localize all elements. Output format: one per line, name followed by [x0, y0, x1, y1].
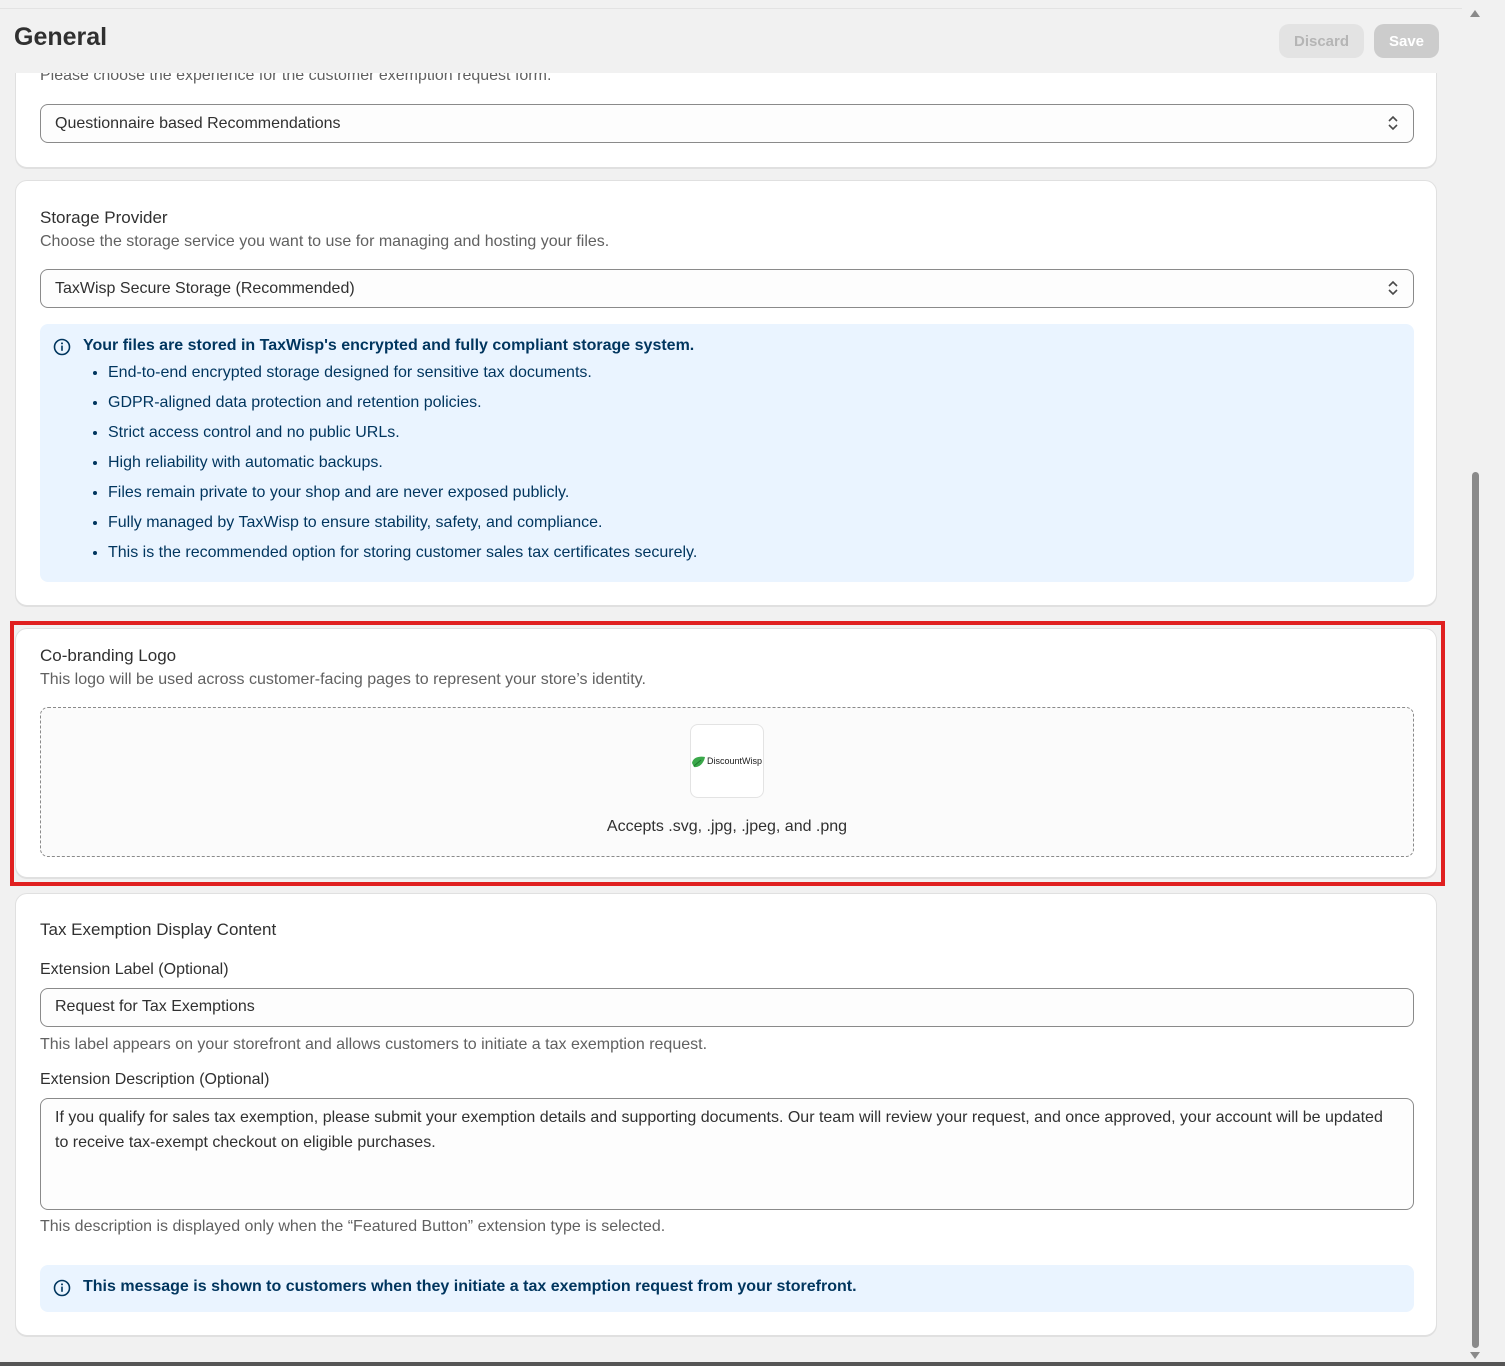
storage-provider-description: Choose the storage service you want to u…	[40, 233, 610, 250]
list-item: Strict access control and no public URLs…	[108, 418, 697, 448]
storefront-message-banner: This message is shown to customers when …	[40, 1265, 1414, 1312]
extension-description-value: If you qualify for sales tax exemption, …	[55, 1109, 1383, 1151]
storage-info-banner: Your files are stored in TaxWisp's encry…	[40, 324, 1414, 582]
select-chevron-icon	[1388, 115, 1398, 131]
storage-provider-title: Storage Provider	[40, 208, 168, 227]
scroll-up-arrow-icon[interactable]	[1470, 10, 1480, 17]
extension-label-label: Extension Label (Optional)	[40, 961, 229, 978]
select-chevron-icon	[1388, 280, 1398, 296]
logo-thumbnail[interactable]: DiscountWisp	[690, 724, 764, 798]
display-content-title: Tax Exemption Display Content	[40, 920, 277, 939]
list-item: High reliability with automatic backups.	[108, 448, 697, 478]
save-button[interactable]: Save	[1374, 24, 1439, 58]
storage-provider-select[interactable]: TaxWisp Secure Storage (Recommended)	[40, 269, 1414, 308]
storage-info-title: Your files are stored in TaxWisp's encry…	[83, 337, 695, 354]
cobranding-logo-card: Co-branding Logo This logo will be used …	[15, 628, 1437, 878]
page-header: General Discard Save	[0, 9, 1462, 73]
extension-label-input[interactable]: Request for Tax Exemptions	[40, 988, 1414, 1027]
extension-description-help: This description is displayed only when …	[40, 1218, 666, 1235]
leaf-logo-icon	[692, 756, 705, 768]
list-item: End-to-end encrypted storage designed fo…	[108, 358, 697, 388]
list-item: Files remain private to your shop and ar…	[108, 478, 697, 508]
scroll-down-arrow-icon[interactable]	[1470, 1352, 1480, 1359]
page-title: General	[14, 23, 108, 51]
scrollbar-thumb[interactable]	[1472, 472, 1479, 1348]
list-item: GDPR-aligned data protection and retenti…	[108, 388, 697, 418]
experience-select-value: Questionnaire based Recommendations	[55, 115, 341, 132]
extension-description-label: Extension Description (Optional)	[40, 1071, 270, 1088]
list-item: Fully managed by TaxWisp to ensure stabi…	[108, 508, 697, 538]
info-icon	[53, 1279, 71, 1297]
extension-label-help: This label appears on your storefront an…	[40, 1036, 708, 1053]
discard-button[interactable]: Discard	[1279, 24, 1364, 58]
bottom-edge	[0, 1362, 1505, 1366]
info-icon	[53, 338, 71, 356]
logo-dropzone[interactable]: DiscountWisp Accepts .svg, .jpg, .jpeg, …	[40, 707, 1414, 857]
storage-provider-card: Storage Provider Choose the storage serv…	[15, 180, 1437, 606]
extension-label-value: Request for Tax Exemptions	[55, 998, 255, 1015]
experience-select[interactable]: Questionnaire based Recommendations	[40, 104, 1414, 143]
cobranding-logo-title: Co-branding Logo	[40, 646, 177, 665]
storage-info-list: End-to-end encrypted storage designed fo…	[88, 358, 697, 568]
logo-text: DiscountWisp	[707, 756, 763, 766]
cobranding-logo-description: This logo will be used across customer-f…	[40, 671, 646, 688]
extension-description-textarea[interactable]: If you qualify for sales tax exemption, …	[40, 1098, 1414, 1210]
storefront-message-text: This message is shown to customers when …	[83, 1278, 857, 1295]
display-content-card: Tax Exemption Display Content Extension …	[15, 893, 1437, 1336]
list-item: This is the recommended option for stori…	[108, 538, 697, 568]
storage-provider-select-value: TaxWisp Secure Storage (Recommended)	[55, 280, 355, 297]
accepted-formats-text: Accepts .svg, .jpg, .jpeg, and .png	[606, 818, 848, 835]
